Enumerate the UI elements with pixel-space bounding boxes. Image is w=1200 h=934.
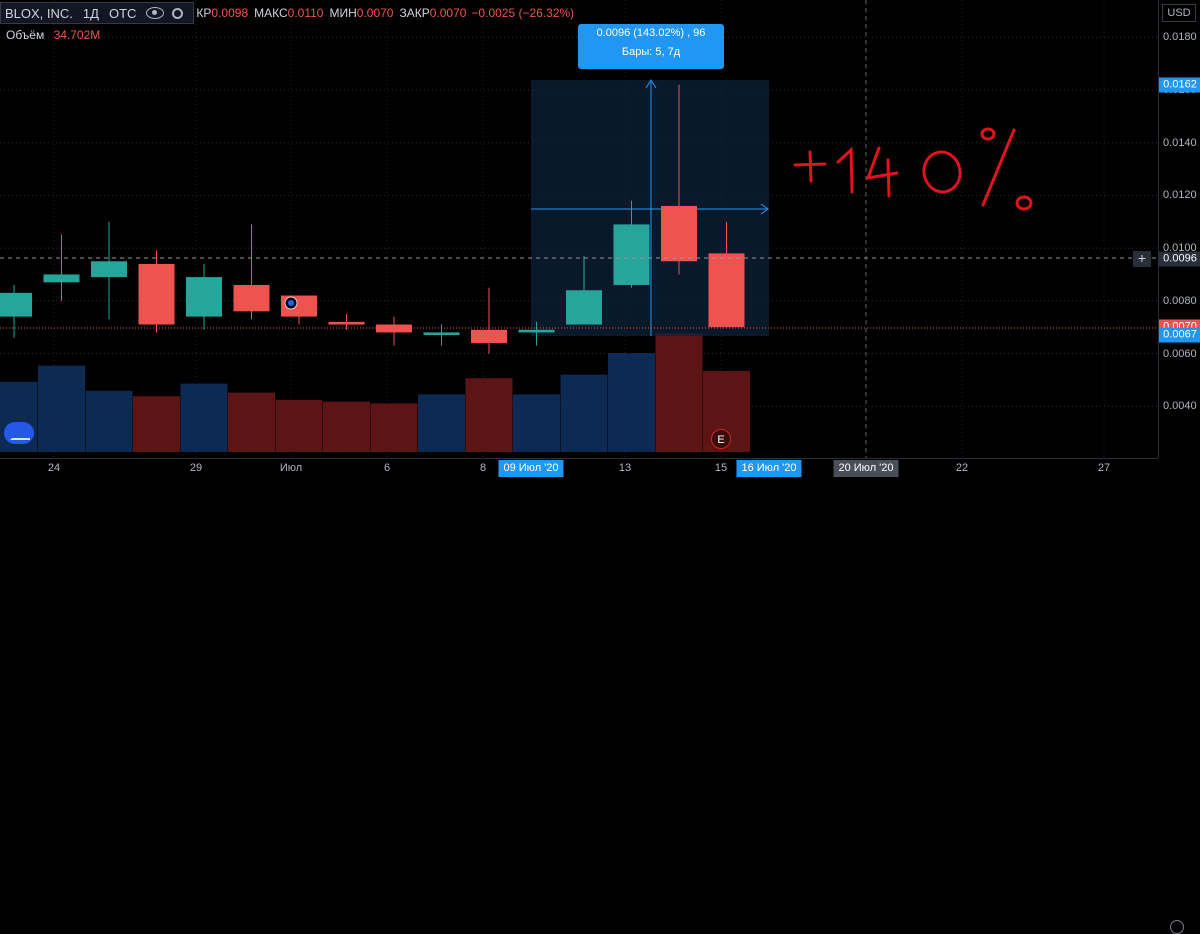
- drawing-annotation: [793, 127, 1033, 211]
- price-tick-label: 0.0080: [1163, 294, 1197, 307]
- symbol-name[interactable]: BLOX, INC.: [5, 6, 73, 21]
- symbol-box[interactable]: BLOX, INC. 1Д OTC: [0, 2, 195, 24]
- settings-icon[interactable]: [1170, 920, 1184, 934]
- candle-body: [566, 290, 602, 325]
- volume-value: 34.702M: [53, 28, 101, 42]
- candle: [376, 316, 412, 346]
- candle-body: [91, 261, 127, 278]
- candle: [328, 313, 365, 330]
- candle: [91, 221, 127, 320]
- time-tick-label: 8: [479, 462, 487, 474]
- candle-body: [518, 329, 555, 333]
- volume-bar: [323, 401, 370, 452]
- volume-bar: [38, 365, 85, 452]
- time-axis[interactable]: 24 29 Июл 6 8 13 15 22 27 09 Июл '20 16 Июл '20 20 …: [0, 458, 1184, 934]
- candle: [43, 234, 80, 301]
- high-value: 0.0110: [287, 6, 324, 20]
- candle-body: [471, 329, 507, 343]
- candle-body: [233, 284, 270, 312]
- price-tick-label: 0.0120: [1163, 189, 1197, 202]
- low-label: МИН: [329, 6, 357, 20]
- price-tick-label: 0.0060: [1163, 347, 1197, 360]
- measure-tooltip-line1: 0.0096 (143.02%) , 96: [596, 27, 706, 39]
- candle-body: [328, 321, 365, 325]
- candle-body: [708, 253, 745, 328]
- time-tick-label: 6: [383, 462, 391, 474]
- price-tick-label: 0.0040: [1163, 400, 1197, 413]
- volume-bar: [513, 394, 560, 452]
- volume-bar: [370, 403, 418, 452]
- volume-bar: [133, 396, 180, 452]
- high-label: МАКС: [254, 6, 288, 20]
- volume-label: Объём: [6, 28, 45, 42]
- open-value: 0.0098: [211, 6, 249, 20]
- volume-bar: [655, 333, 703, 452]
- volume-legend: Объём 34.702M: [6, 28, 100, 42]
- currency-badge[interactable]: USD: [1162, 4, 1196, 22]
- close-label: ЗАКР: [399, 6, 430, 20]
- volume-bar: [85, 390, 133, 452]
- gear-icon[interactable]: [172, 7, 184, 19]
- candle: [471, 287, 507, 354]
- measure-tooltip-line2: Бары: 5, 7д: [621, 46, 681, 58]
- open-label: КР: [196, 6, 212, 20]
- volume-bar: [560, 374, 608, 452]
- chart-area[interactable]: BLOX, INC. 1Д OTC КР 0.0098 МАКС 0.0110 …: [0, 0, 1158, 458]
- candle: [138, 250, 175, 333]
- time-tick-label: Июл: [279, 462, 303, 474]
- low-value: 0.0070: [356, 6, 394, 20]
- selected-marker: [284, 296, 298, 310]
- volume-bar: [275, 399, 323, 452]
- price-tag: 0.0096: [1159, 251, 1200, 267]
- time-tick-label: 13: [618, 462, 632, 474]
- candle-body: [613, 224, 650, 285]
- volume-bar: [465, 378, 513, 452]
- change-value: −0.0025 (−26.32%): [471, 6, 575, 20]
- price-axis[interactable]: 0.01800.01600.01400.01200.01000.00800.00…: [1158, 0, 1200, 458]
- eye-icon[interactable]: [146, 7, 165, 19]
- logo-icon[interactable]: [4, 422, 34, 444]
- candle: [0, 284, 32, 338]
- time-tick-label: 29: [189, 462, 203, 474]
- time-tick-label: 27: [1097, 462, 1111, 474]
- measure-tooltip: 0.0096 (143.02%) , 96 Бары: 5, 7д: [578, 24, 724, 69]
- candle-body: [423, 332, 460, 336]
- legend-row: BLOX, INC. 1Д OTC КР 0.0098 МАКС 0.0110 …: [0, 2, 575, 24]
- volume-bar: [608, 353, 655, 452]
- candle-body: [186, 277, 222, 317]
- exchange-label: OTC: [108, 5, 137, 21]
- time-tick-label: 22: [955, 462, 969, 474]
- price-tag: 0.0162: [1159, 77, 1200, 93]
- time-tick-label: 15: [714, 462, 728, 474]
- time-tick-label: 24: [47, 462, 61, 474]
- volume-bar: [180, 383, 228, 452]
- candle: [186, 263, 222, 330]
- close-value: 0.0070: [429, 6, 467, 20]
- candle-body: [661, 205, 697, 262]
- candle-body: [43, 274, 80, 283]
- time-tag: 16 Июл '20: [736, 460, 802, 477]
- time-tag: 20 Июл '20: [833, 460, 899, 477]
- plus-icon[interactable]: +: [1133, 251, 1151, 267]
- earnings-badge[interactable]: E: [711, 429, 731, 449]
- time-tag: 09 Июл '20: [498, 460, 564, 477]
- price-tick-label: 0.0180: [1163, 31, 1197, 44]
- candle: [233, 224, 270, 320]
- volume-bar: [228, 392, 275, 452]
- volume-bars: [0, 333, 750, 452]
- candle-body: [138, 263, 175, 325]
- candle-body: [0, 292, 32, 317]
- price-tick-label: 0.0140: [1163, 136, 1197, 149]
- interval-label[interactable]: 1Д: [83, 6, 99, 21]
- volume-bar: [418, 394, 465, 452]
- price-tag: 0.0067: [1159, 327, 1200, 343]
